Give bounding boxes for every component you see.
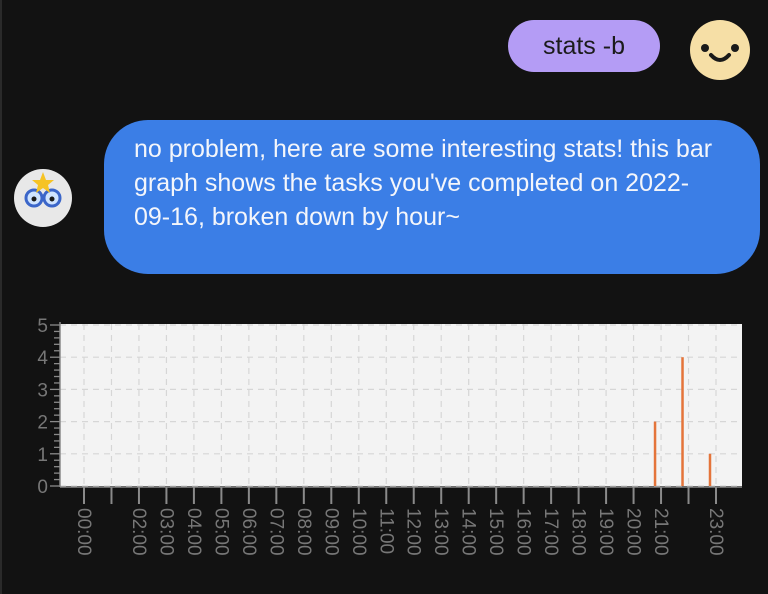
- x-tick-label: 05:00: [210, 508, 231, 556]
- x-tick-label: 21:00: [650, 508, 671, 556]
- x-tick-label: 15:00: [485, 508, 506, 556]
- x-tick-label: 04:00: [183, 508, 204, 556]
- x-tick-label: 08:00: [293, 508, 314, 556]
- x-tick-label: 14:00: [458, 508, 479, 556]
- bar-2200: [681, 357, 684, 486]
- x-tick-label: 13:00: [430, 508, 451, 556]
- x-tick-label: 20:00: [623, 508, 644, 556]
- y-tick-label: 1: [37, 445, 48, 466]
- user-message-text: stats -b: [543, 32, 625, 60]
- plot-background: [60, 324, 742, 486]
- x-tick-label: 02:00: [128, 508, 149, 556]
- x-tick-label: 17:00: [540, 508, 561, 556]
- bot-message-bubble: no problem, here are some interesting st…: [104, 120, 760, 274]
- x-tick-label: 10:00: [348, 508, 369, 556]
- x-tick-label: 18:00: [568, 508, 589, 556]
- x-tick-label: 23:00: [705, 508, 726, 556]
- bot-message-text: no problem, here are some interesting st…: [134, 135, 713, 231]
- x-tick-label: 19:00: [595, 508, 616, 556]
- x-tick-label: 07:00: [265, 508, 286, 556]
- y-tick-label: 3: [37, 380, 48, 401]
- x-tick-label: 12:00: [403, 508, 424, 556]
- x-tick-label: 00:00: [73, 508, 94, 556]
- y-tick-label: 5: [37, 316, 48, 337]
- user-message-bubble[interactable]: stats -b: [508, 20, 660, 72]
- x-tick-label: 03:00: [155, 508, 176, 556]
- y-tick-label: 0: [37, 477, 48, 498]
- hourly-tasks-chart: 0 1 2 3 4 5 00:00 02:00 03:00 04:00 05:00 06:00 07:0…: [2, 300, 768, 594]
- y-tick-label: 2: [37, 413, 48, 434]
- bar-chart-svg: 0 1 2 3 4 5 00:00 02:00 03:00 04:00 05:00 06:00 07:0…: [37, 316, 742, 556]
- y-tick-label: 4: [37, 348, 48, 369]
- x-tick-label: 16:00: [513, 508, 534, 556]
- bar-2300: [708, 453, 712, 486]
- x-tick-label: 11:00: [375, 508, 396, 554]
- x-tick-label: 06:00: [238, 508, 259, 556]
- chat-screen: stats -b no problem, here are some inter…: [0, 0, 768, 594]
- x-tick-label: 09:00: [320, 508, 341, 556]
- smiley-face-icon[interactable]: [689, 19, 751, 81]
- star-glasses-bot-icon[interactable]: [13, 168, 73, 228]
- bar-2100: [653, 421, 657, 486]
